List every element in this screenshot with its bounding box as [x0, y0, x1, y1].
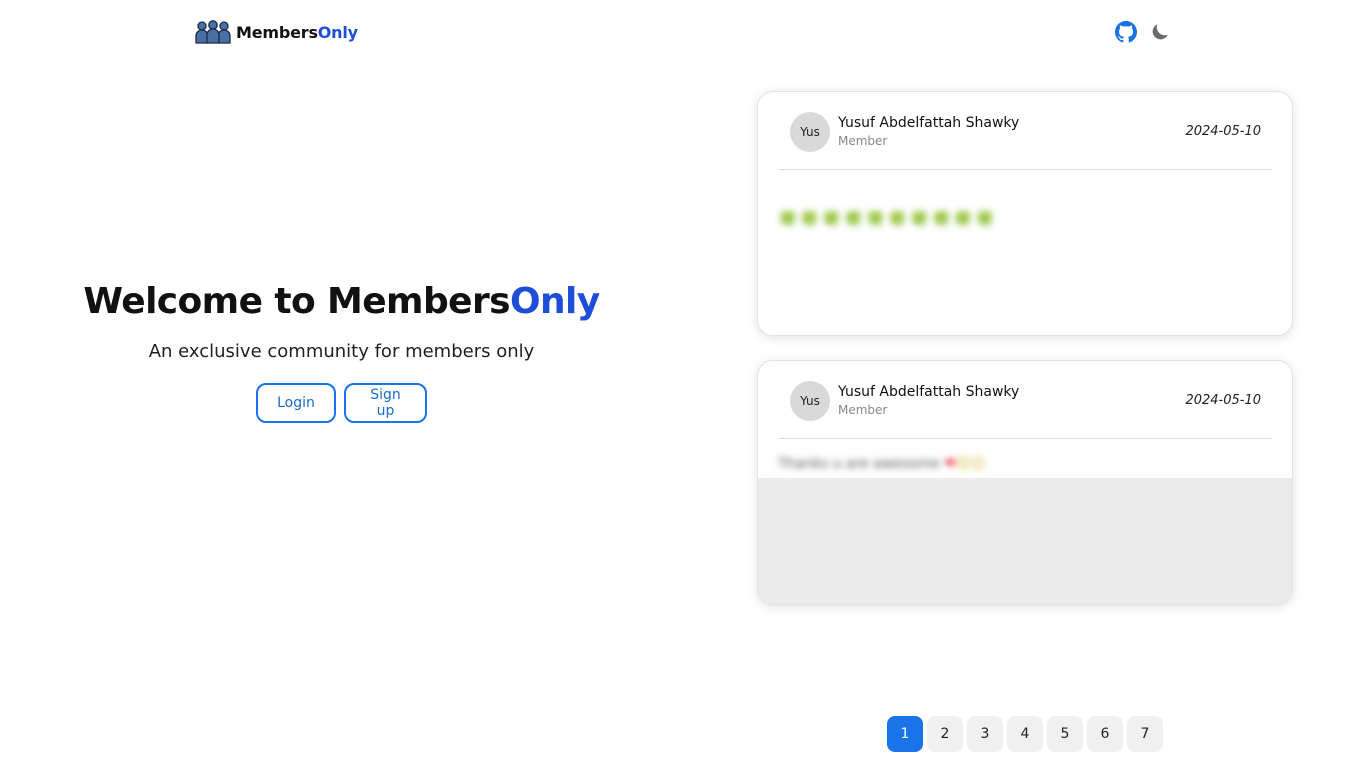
page-button-6[interactable]: 6: [1087, 716, 1123, 752]
page-button-1[interactable]: 1: [887, 716, 923, 752]
members-logo-icon: [195, 20, 231, 44]
avatar: Yus: [790, 112, 830, 152]
brand[interactable]: MembersOnly: [195, 20, 358, 44]
page-button-5[interactable]: 5: [1047, 716, 1083, 752]
navbar: MembersOnly: [0, 0, 1366, 64]
hero: Welcome to MembersOnly An exclusive comm…: [40, 278, 643, 423]
moon-icon[interactable]: [1149, 21, 1171, 43]
hero-subtitle: An exclusive community for members only: [148, 341, 535, 362]
post-date: 2024-05-10: [1185, 124, 1261, 139]
post-header: Yus Yusuf Abdelfattah Shawky Member 2024…: [778, 381, 1272, 439]
nav-icons: [1115, 21, 1171, 43]
post-author: Yusuf Abdelfattah Shawky: [838, 384, 1020, 400]
heart-emoji: ❤: [944, 456, 957, 472]
page-button-2[interactable]: 2: [927, 716, 963, 752]
post-body: 🍀🍀🍀🍀🍀🍀🍀🍀🍀🍀: [778, 210, 998, 229]
signup-button[interactable]: Sign up: [344, 383, 427, 423]
post-card: Yus Yusuf Abdelfattah Shawky Member 2024…: [757, 360, 1293, 605]
post-date: 2024-05-10: [1185, 393, 1261, 408]
brand-name: MembersOnly: [236, 22, 358, 42]
post-header: Yus Yusuf Abdelfattah Shawky Member 2024…: [778, 112, 1272, 170]
pagination: 1 2 3 4 5 6 7: [887, 716, 1163, 752]
login-button[interactable]: Login: [256, 383, 336, 423]
smile-emoji: ☺: [970, 456, 986, 472]
page-button-7[interactable]: 7: [1127, 716, 1163, 752]
page-button-4[interactable]: 4: [1007, 716, 1043, 752]
post-card: Yus Yusuf Abdelfattah Shawky Member 2024…: [757, 91, 1293, 336]
github-icon[interactable]: [1115, 21, 1137, 43]
avatar: Yus: [790, 381, 830, 421]
hero-actions: Login Sign up: [40, 383, 643, 423]
post-author-role: Member: [838, 134, 888, 148]
page-button-3[interactable]: 3: [967, 716, 1003, 752]
post-author-role: Member: [838, 403, 888, 417]
post-author: Yusuf Abdelfattah Shawky: [838, 115, 1020, 131]
hero-title: Welcome to MembersOnly: [83, 281, 600, 322]
post-body: Thanks u are awesome ❤☺☺: [778, 456, 986, 472]
post-loading-overlay: [758, 478, 1292, 604]
smile-emoji: ☺: [956, 456, 971, 472]
